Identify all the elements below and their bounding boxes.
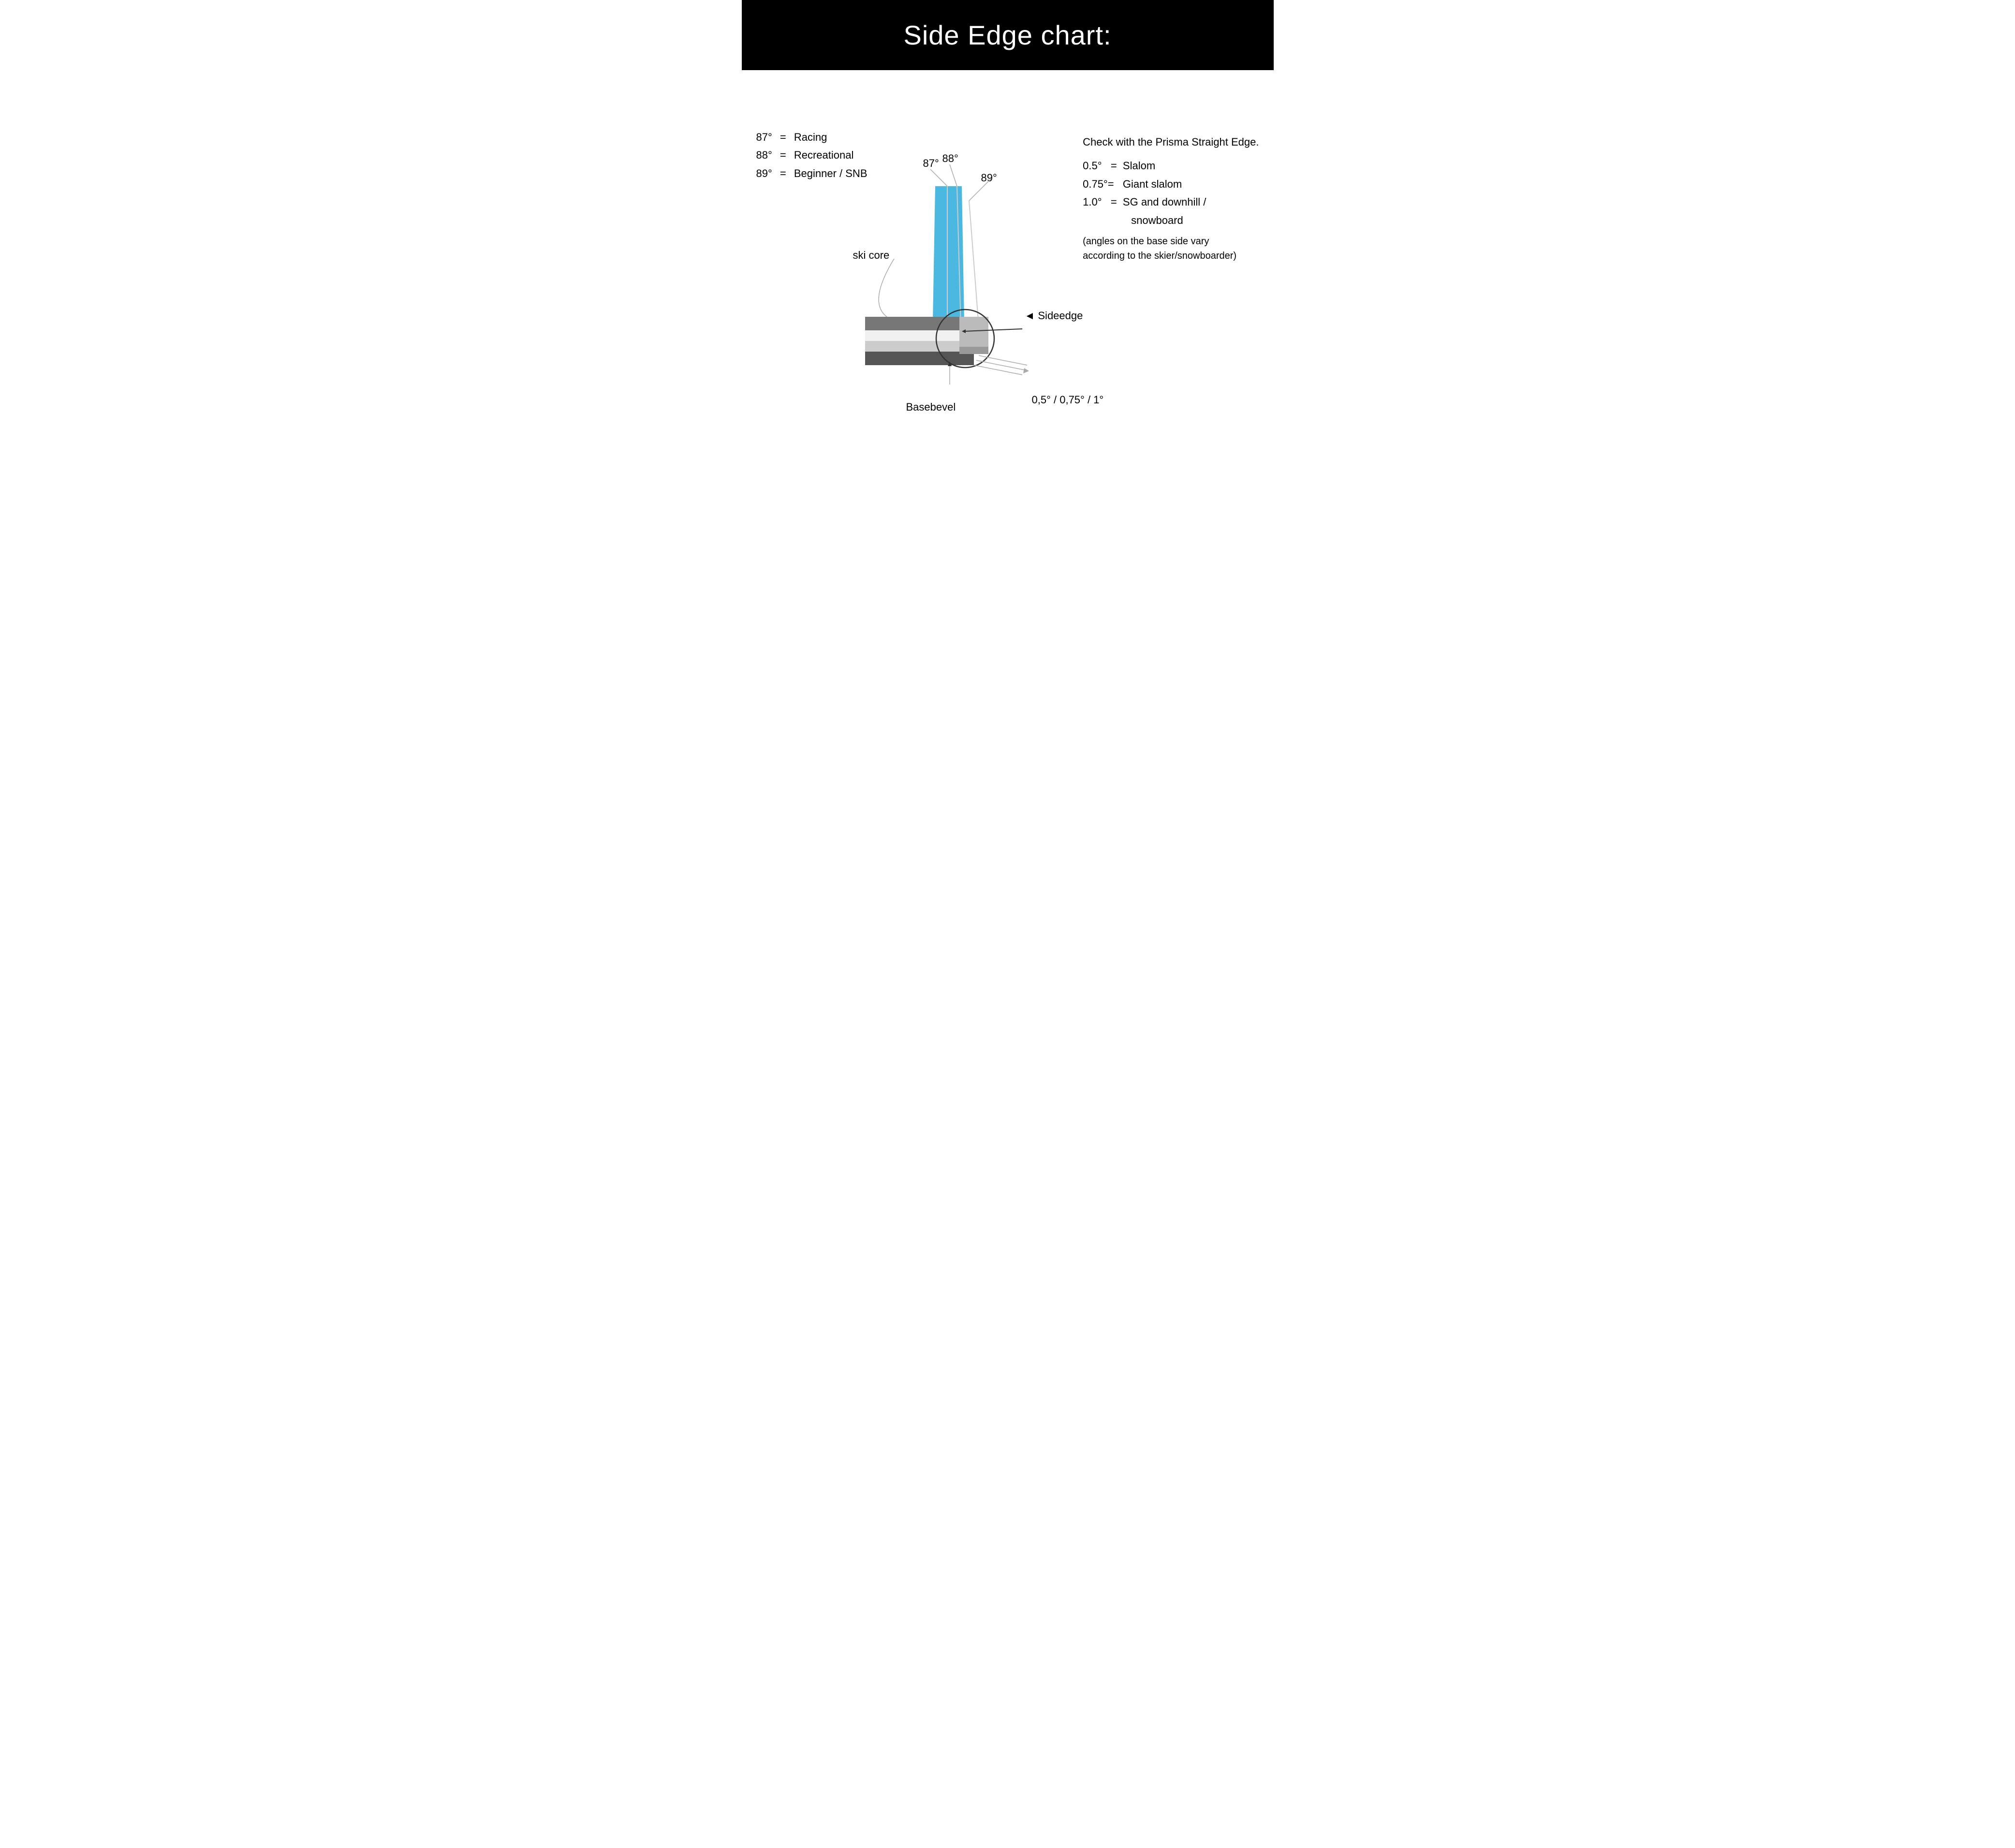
diagram-area: 87° 88° 89° ski core [838, 138, 1129, 409]
sideedge-label: ◄ Sideedge [1025, 310, 1216, 322]
angle-10-label: SG and downhill / [1123, 196, 1206, 208]
basebevel-label: Basebevel [906, 401, 956, 414]
diagram-svg [838, 138, 1119, 389]
page-title: Side Edge chart: [751, 19, 1264, 51]
page-header: Side Edge chart: [742, 0, 1274, 70]
legend-angle-88: 88° [756, 146, 772, 164]
legend-label-87: Racing [794, 128, 827, 146]
legend-angle-89: 89° [756, 164, 772, 182]
legend-eq-88: = [777, 146, 789, 164]
angles-bottom-label: 0,5° / 0,75° / 1° [1032, 394, 1250, 406]
main-content: 87° = Racing 88° = Recreational 89° = Be… [742, 70, 1274, 438]
legend-eq-87: = [777, 128, 789, 146]
legend-angle-87: 87° [756, 128, 772, 146]
legend-eq-89: = [777, 164, 789, 182]
